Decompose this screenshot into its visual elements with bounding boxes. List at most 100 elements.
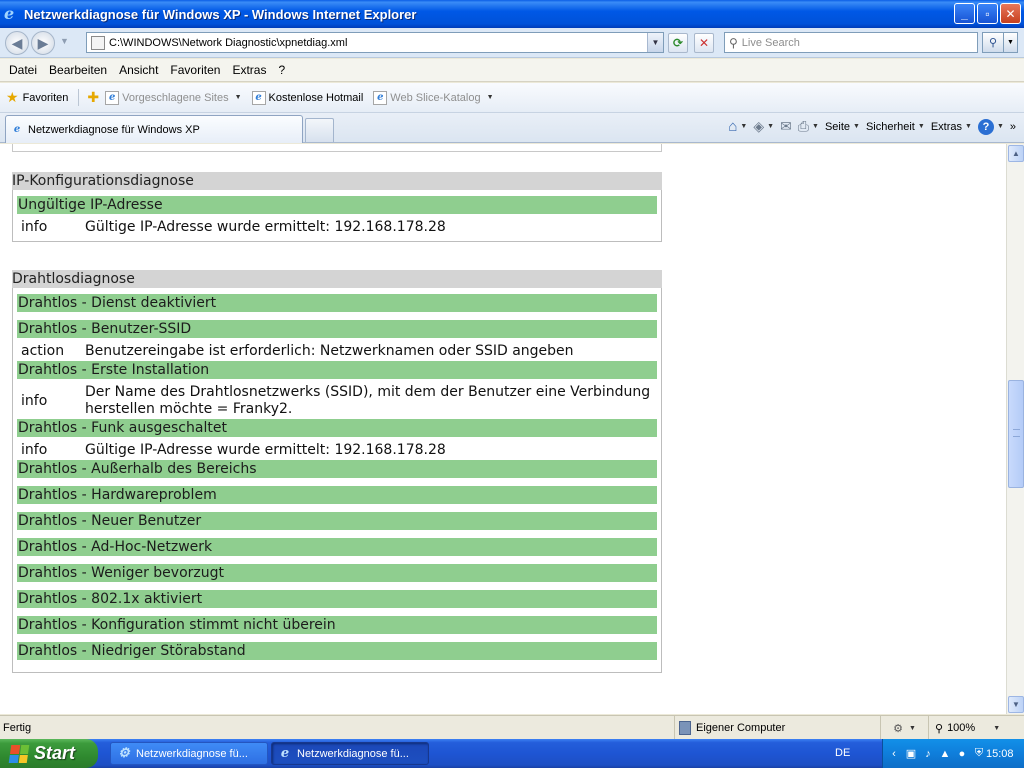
address-toolbar: ◀ ▶ ▼ C:\WINDOWS\Network Diagnostic\xpne… [0,28,1024,58]
ati-icon[interactable]: ▲ [938,747,952,761]
clock: 15:08 [986,747,1014,760]
favorite-link-suggested-sites[interactable]: e Vorgeschlagene Sites ▼ [105,90,242,105]
home-button[interactable]: ⌂ ▼ [728,118,747,135]
back-button[interactable]: ◀ [5,31,29,55]
tab-netzwerkdiagnose[interactable]: e Netzwerkdiagnose für Windows XP [5,115,303,143]
help-menu[interactable]: ? ▼ [977,118,1004,135]
star-icon: ★ [6,89,19,105]
network-icon[interactable]: ▣ [904,747,918,761]
security-menu-label: Sicherheit [865,120,915,133]
minimize-button[interactable]: _ [954,3,975,24]
protected-mode-button[interactable]: ⚙ ▼ [880,716,928,740]
ie-icon: e [13,124,21,135]
collapse-tray-icon[interactable]: ‹ [887,747,901,761]
search-button[interactable]: ⚲ [982,32,1004,53]
zoom-level: 100% [947,722,976,734]
chevron-down-icon: ▼ [234,94,242,101]
test-row: Drahtlos - Neuer Benutzer [17,512,657,530]
shield-icon[interactable]: ⛨ [972,747,986,761]
ip-config-section: IP-Konfigurationsdiagnose Ungültige IP-A… [12,172,662,242]
page-menu[interactable]: Seite ▼ [825,121,860,133]
tools-icon: ⚙ [893,722,903,735]
detail-level: info [21,442,48,458]
search-placeholder: Live Search [741,36,800,49]
feeds-button[interactable]: ◈ ▼ [753,118,774,135]
location-icon[interactable]: ● [955,747,969,761]
window-title: Netzwerkdiagnose für Windows XP - Window… [24,6,417,22]
favorite-link-label: Kostenlose Hotmail [268,91,364,104]
address-field[interactable]: C:\WINDOWS\Network Diagnostic\xpnetdiag.… [86,32,664,53]
print-button[interactable]: ⎙ ▼ [798,118,819,135]
address-url[interactable]: C:\WINDOWS\Network Diagnostic\xpnetdiag.… [109,37,347,49]
command-bar: ⌂ ▼ ◈ ▼ ✉ ⎙ ▼ Seite ▼ Sicherheit ▼ Extras ▼ ? ▼… [728,118,1016,135]
chevron-down-icon: ▼ [993,724,1001,732]
stop-button[interactable]: ✕ [694,33,714,53]
taskbar-button-ie[interactable]: e Netzwerkdiagnose fü... [271,742,429,765]
taskbar: Start ⚙ Netzwerkdiagnose fü... e Netzwer… [0,739,1024,768]
favorites-button[interactable]: ★ Favoriten [6,89,80,106]
section-body: Ungültige IP-Adresse info Gültige IP-Adres… [12,190,662,242]
menu-extras[interactable]: Extras [226,63,272,77]
menu-datei[interactable]: Datei [3,63,43,77]
security-menu[interactable]: Sicherheit ▼ [866,121,925,133]
page-menu-label: Seite [824,120,851,133]
detail-message: Gültige IP-Adresse wurde ermittelt: 192.… [85,442,446,458]
detail-row: info Der Name des Drahtlosnetzwerks (SSID… [17,381,657,419]
add-favorite-icon[interactable]: ✚ [87,89,99,106]
taskbar-button-label: Netzwerkdiagnose fü... [136,747,248,760]
new-tab-button[interactable] [305,118,334,142]
favorite-link-label: Vorgeschlagene Sites [122,91,229,104]
test-row: Drahtlos - Niedriger Störabstand [17,642,657,660]
test-row: Drahtlos - Dienst deaktiviert [17,294,657,312]
favorite-link-web-slice[interactable]: e Web Slice-Katalog ▼ [373,90,494,105]
mail-button[interactable]: ✉ [780,118,792,135]
language-indicator[interactable]: DE [835,747,850,759]
scroll-down-button[interactable]: ▼ [1008,696,1024,713]
chevron-more-icon[interactable]: » [1010,121,1016,133]
detail-level: action [21,343,65,359]
test-row: Drahtlos - Ad-Hoc-Netzwerk [17,538,657,556]
menu-bearbeiten[interactable]: Bearbeiten [43,63,113,77]
detail-message: Der Name des Drahtlosnetzwerks (SSID), m… [85,384,651,417]
test-row: Drahtlos - Konfiguration stimmt nicht üb… [17,616,657,634]
diagnostics-icon: ⚙ [118,746,130,761]
window-titlebar[interactable]: e Netzwerkdiagnose für Windows XP - Wind… [0,0,1024,28]
search-icon: ⚲ [729,35,738,50]
scroll-up-button[interactable]: ▲ [1008,145,1024,162]
close-button[interactable]: ✕ [1000,3,1021,24]
search-input[interactable]: ⚲ Live Search [724,32,978,53]
magnifier-icon: ⚲ [935,722,944,735]
previous-section-box [12,144,662,152]
help-icon: ? [977,118,994,135]
menu-ansicht[interactable]: Ansicht [113,63,164,77]
scroll-thumb[interactable] [1008,380,1024,488]
start-button[interactable]: Start [0,739,98,768]
recent-pages-dropdown[interactable]: ▼ [60,36,69,46]
zoom-control[interactable]: ⚲ 100% ▼ [928,716,1024,740]
test-row: Drahtlos - Außerhalb des Bereichs [17,460,657,478]
maximize-button[interactable]: ▫ [977,3,998,24]
menu-help[interactable]: ? [272,63,291,77]
menu-bar: Datei Bearbeiten Ansicht Favoriten Extra… [0,59,1024,82]
test-row: Drahtlos - Hardwareproblem [17,486,657,504]
window-controls: _ ▫ ✕ [954,3,1021,24]
start-label: Start [34,743,76,763]
volume-icon[interactable]: ♪ [921,747,935,761]
taskbar-button-network-diagnostics[interactable]: ⚙ Netzwerkdiagnose fü... [110,742,268,765]
favorite-link-hotmail[interactable]: e Kostenlose Hotmail [251,90,364,105]
mail-icon: ✉ [780,118,792,134]
detail-row: info Gültige IP-Adresse wurde ermittelt: … [17,439,657,460]
search-options-dropdown[interactable]: ▼ [1004,32,1018,53]
computer-icon [679,721,691,735]
address-dropdown-icon[interactable]: ▼ [647,33,663,52]
menu-favoriten[interactable]: Favoriten [164,63,226,77]
vertical-scrollbar[interactable]: ▲ ▼ [1006,144,1024,714]
refresh-button[interactable]: ⟳ [668,33,688,53]
detail-level: info [21,392,48,409]
tools-menu[interactable]: Extras ▼ [931,121,972,133]
test-row: Ungültige IP-Adresse [17,196,657,214]
forward-button[interactable]: ▶ [31,31,55,55]
ie-icon: e [105,90,120,105]
section-title: Drahtlosdiagnose [12,270,662,288]
security-zone[interactable]: Eigener Computer [674,716,880,740]
